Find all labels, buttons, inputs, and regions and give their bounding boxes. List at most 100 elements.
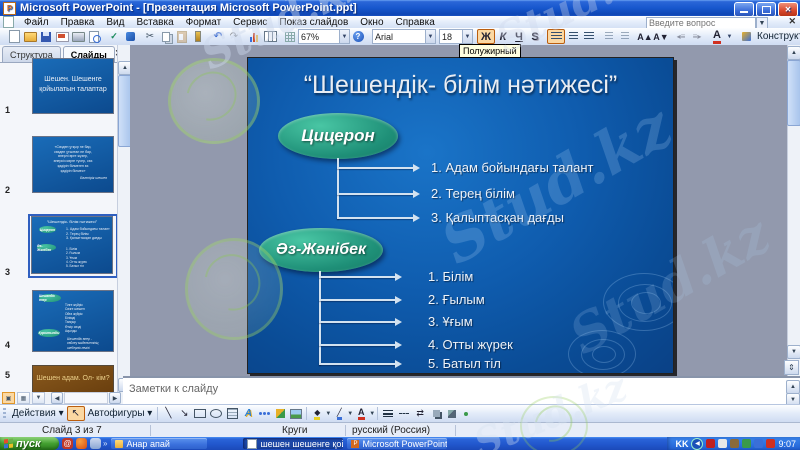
print-icon[interactable] bbox=[70, 29, 86, 44]
diagram-icon[interactable] bbox=[256, 406, 272, 421]
dash-style-icon[interactable] bbox=[396, 406, 412, 421]
slide-5-thumbnail[interactable]: Шешен адам. Ол- кім? bbox=[32, 365, 114, 393]
az-item-3[interactable]: 3. Ұғым bbox=[428, 314, 473, 329]
az-item-4[interactable]: 4. Отты жүрек bbox=[428, 337, 513, 352]
az-item-1[interactable]: 1. Білім bbox=[428, 269, 473, 284]
research-icon[interactable] bbox=[122, 29, 138, 44]
start-button[interactable]: пуск bbox=[0, 437, 59, 450]
spelling-icon[interactable]: ✓ bbox=[106, 29, 122, 44]
bold-button[interactable]: Ж bbox=[477, 29, 495, 44]
cut-icon[interactable]: ✂ bbox=[142, 29, 158, 44]
zoom-dropdown-icon[interactable]: ▼ bbox=[340, 29, 350, 44]
font-color-button[interactable]: А bbox=[709, 29, 725, 44]
slide-2-thumbnail[interactable]: «Сөзден ұтқыр не бар, сөзден ұтылған не … bbox=[32, 136, 114, 193]
wordart-icon[interactable]: А bbox=[240, 406, 256, 421]
cicero-item-2[interactable]: 2. Терең білім bbox=[431, 186, 515, 201]
slide-1-thumbnail[interactable]: Шешен. Шешенге қойылатын талаптар bbox=[32, 58, 114, 114]
quicklaunch-mail-icon[interactable]: @ bbox=[62, 438, 73, 449]
email-icon[interactable] bbox=[54, 29, 70, 44]
minimize-button[interactable] bbox=[734, 2, 754, 17]
pane-splitter-handle[interactable]: ⇕ bbox=[784, 360, 799, 375]
quicklaunch-firefox-icon[interactable] bbox=[76, 438, 87, 449]
rectangle-tool-icon[interactable] bbox=[192, 406, 208, 421]
arrow-style-icon[interactable]: ⇄ bbox=[412, 406, 428, 421]
cicero-item-1[interactable]: 1. Адам бойындағы талант bbox=[431, 160, 593, 175]
undo-icon[interactable]: ↶ bbox=[210, 29, 226, 44]
line-style-icon[interactable] bbox=[380, 406, 396, 421]
restore-button[interactable] bbox=[756, 2, 776, 17]
tray-collapse-icon[interactable]: ◀ bbox=[691, 438, 703, 450]
numbering-icon[interactable] bbox=[601, 29, 617, 44]
menu-view[interactable]: Вид bbox=[100, 16, 130, 28]
draw-actions-menu[interactable]: Действия ▾ bbox=[12, 408, 64, 419]
slide-sorter-view-button[interactable]: ▦ bbox=[17, 392, 30, 404]
font-color-dropdown-icon[interactable]: ▼ bbox=[725, 30, 734, 43]
hscroll-left-icon[interactable]: ◀ bbox=[51, 392, 63, 404]
decrease-indent-icon[interactable]: ◂≡ bbox=[673, 29, 689, 44]
line-tool-icon[interactable]: ╲ bbox=[160, 406, 176, 421]
insert-picture-icon[interactable] bbox=[288, 406, 304, 421]
language-indicator[interactable]: русский (Россия) bbox=[352, 425, 430, 436]
shadow-style-icon[interactable] bbox=[428, 406, 444, 421]
font-size-combo[interactable]: 18 bbox=[439, 29, 463, 44]
close-button[interactable]: ✕ bbox=[778, 2, 798, 17]
line-color-icon[interactable]: ╱ bbox=[331, 406, 347, 421]
notes-scroll-up-icon[interactable]: ▲ bbox=[786, 380, 800, 394]
redo-icon[interactable]: ↷ bbox=[226, 29, 242, 44]
design-template-name[interactable]: Круги bbox=[282, 425, 308, 436]
zoom-combo[interactable]: 67% bbox=[298, 29, 340, 44]
underline-button[interactable]: Ч bbox=[511, 29, 527, 44]
paste-icon[interactable] bbox=[174, 29, 190, 44]
normal-view-button[interactable]: ▣ bbox=[2, 392, 15, 404]
taskbar-window-powerpoint[interactable]: P Microsoft PowerPoint ... bbox=[347, 438, 447, 449]
tray-volume-icon[interactable] bbox=[718, 439, 727, 448]
copy-icon[interactable] bbox=[158, 29, 174, 44]
increase-font-icon[interactable]: A▲ bbox=[637, 29, 653, 44]
cicero-ellipse[interactable]: Цицерон bbox=[278, 113, 398, 159]
align-right-button[interactable] bbox=[581, 29, 597, 44]
chart-icon[interactable] bbox=[246, 29, 262, 44]
textbox-tool-icon[interactable] bbox=[224, 406, 240, 421]
menu-insert[interactable]: Вставка bbox=[130, 16, 179, 28]
threed-style-icon[interactable] bbox=[444, 406, 460, 421]
print-preview-icon[interactable] bbox=[86, 29, 102, 44]
align-center-button[interactable] bbox=[565, 29, 581, 44]
clipart-icon[interactable] bbox=[272, 406, 288, 421]
select-pointer-button[interactable]: ↖ bbox=[67, 406, 85, 421]
taskbar-window-document[interactable]: шешен шешенге қой... bbox=[243, 438, 343, 449]
draw-font-color-icon[interactable]: А bbox=[353, 406, 369, 421]
quicklaunch-chevron-icon[interactable]: » bbox=[103, 439, 107, 448]
tray-language-indicator[interactable]: KK bbox=[675, 439, 688, 449]
close-document-icon[interactable]: ✕ bbox=[788, 16, 796, 27]
hscroll-right-icon[interactable]: ▶ bbox=[109, 392, 121, 404]
text-shadow-button[interactable]: S bbox=[527, 29, 543, 44]
menu-file[interactable]: Файл bbox=[18, 16, 55, 28]
tray-icon-3[interactable] bbox=[742, 439, 751, 448]
menu-tools[interactable]: Сервис bbox=[227, 16, 273, 28]
slide-scroll-thumb[interactable] bbox=[787, 60, 800, 126]
decrease-font-icon[interactable]: A▼ bbox=[653, 29, 669, 44]
increase-indent-icon[interactable]: ≡▸ bbox=[689, 29, 705, 44]
table-icon[interactable] bbox=[262, 29, 278, 44]
size-dropdown-icon[interactable]: ▼ bbox=[463, 29, 473, 44]
menu-slideshow[interactable]: Показ слайдов bbox=[273, 16, 354, 28]
menu-format[interactable]: Формат bbox=[180, 16, 228, 28]
hscroll-track[interactable] bbox=[64, 392, 108, 404]
slide-scroll-up-icon[interactable]: ▲ bbox=[787, 46, 800, 60]
new-document-icon[interactable] bbox=[6, 29, 22, 44]
notes-pane[interactable]: Заметки к слайду bbox=[123, 376, 800, 406]
slideshow-view-button[interactable]: ▼ bbox=[32, 392, 45, 404]
font-dropdown-icon[interactable]: ▼ bbox=[426, 29, 436, 44]
bullets-icon[interactable] bbox=[617, 29, 633, 44]
thumbnails-scrollbar[interactable]: ▲ ▼ bbox=[117, 45, 131, 392]
tray-icon-1[interactable] bbox=[706, 439, 715, 448]
autoshapes-menu[interactable]: Автофигуры ▾ bbox=[88, 408, 153, 419]
slide-3-thumbnail[interactable]: “Шешендік- білім нәтижесі” Цицерон 1. Ад… bbox=[31, 216, 113, 274]
design-button[interactable]: Конструктор bbox=[757, 31, 800, 42]
tray-icon-5[interactable] bbox=[766, 439, 775, 448]
format-painter-icon[interactable] bbox=[190, 29, 206, 44]
menu-window[interactable]: Окно bbox=[354, 16, 389, 28]
align-left-button[interactable] bbox=[547, 29, 565, 44]
font-name-combo[interactable]: Arial bbox=[372, 29, 426, 44]
az-zhanibek-ellipse[interactable]: Әз-Жәнібек bbox=[259, 228, 383, 272]
